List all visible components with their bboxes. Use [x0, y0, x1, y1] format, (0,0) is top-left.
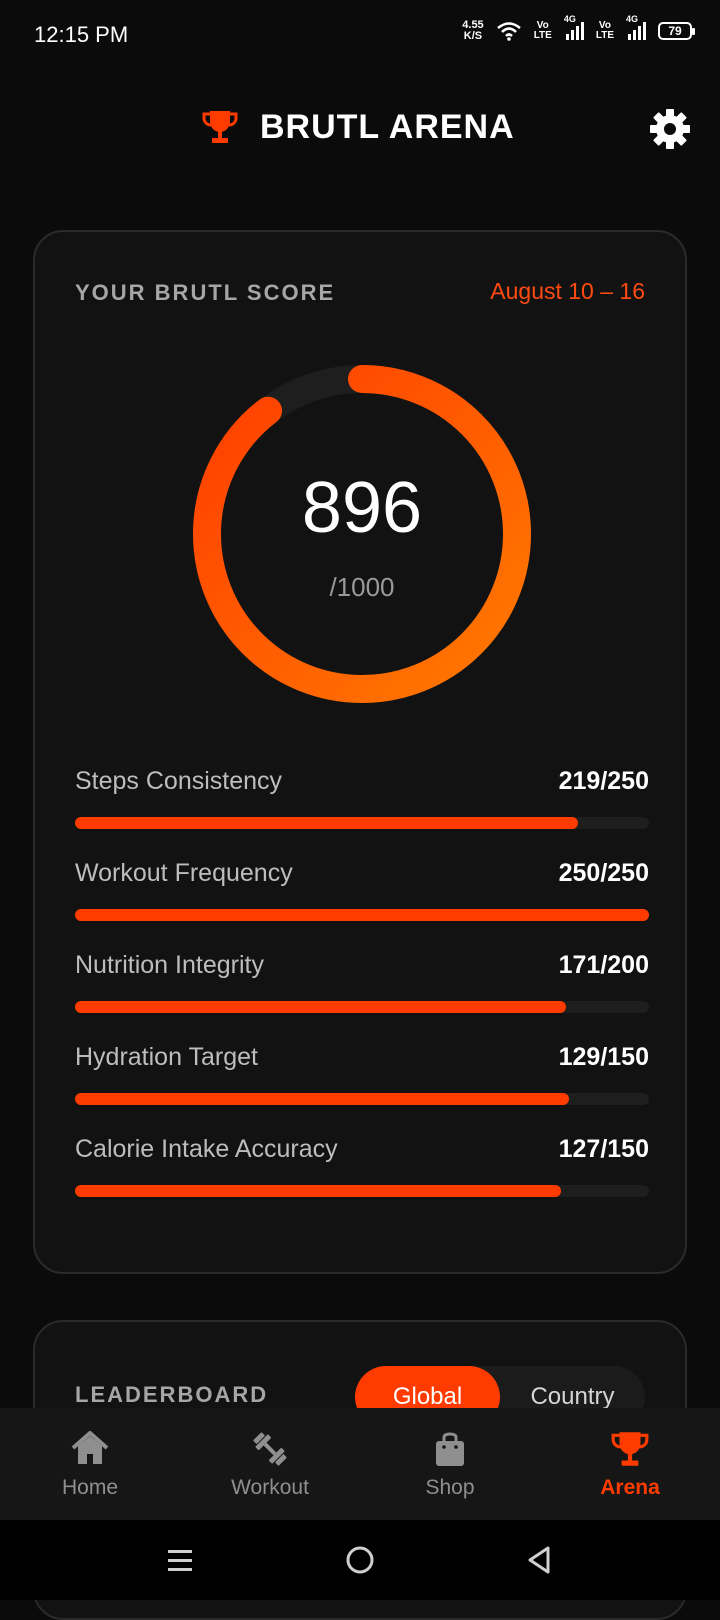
wifi-icon [496, 22, 521, 41]
score-max: /1000 [329, 572, 395, 602]
metric-track [75, 1001, 649, 1013]
leaderboard-label: LEADERBOARD [75, 1382, 269, 1407]
app-title: BRUTL ARENA [260, 107, 515, 146]
metric-track [75, 1185, 649, 1197]
back-icon[interactable] [522, 1542, 558, 1578]
metric-name: Steps Consistency [75, 767, 283, 795]
volte-1-bottom: LTE [533, 30, 552, 41]
metric-name: Hydration Target [75, 1043, 258, 1071]
system-nav-bar [0, 1520, 720, 1600]
dumbbell-icon [253, 1432, 287, 1466]
trophy-icon [611, 1432, 649, 1466]
signal-2-icon: 4G [626, 14, 646, 40]
metric-value: 250/250 [558, 859, 649, 887]
network-type-1: 4G [563, 14, 576, 24]
nav-item-workout[interactable]: Workout [180, 1408, 360, 1520]
metric-fill [75, 1185, 562, 1197]
nav-label: Arena [600, 1476, 660, 1499]
shopping-bag-icon [436, 1432, 464, 1466]
volte-2-bottom: LTE [595, 30, 614, 41]
volte-2: Vo LTE [596, 21, 614, 41]
net-speed: 4.55 K/S [462, 20, 483, 42]
score-card-label: YOUR BRUTL SCORE [75, 280, 336, 305]
metric-fill [75, 909, 649, 921]
nav-label: Shop [425, 1476, 475, 1499]
metric-steps-consistency: Steps Consistency 219/250 [75, 767, 649, 837]
metric-track [75, 1093, 649, 1105]
date-range[interactable]: August 10 – 16 [490, 278, 645, 305]
metric-fill [75, 1093, 569, 1105]
nav-label: Home [61, 1476, 119, 1499]
nav-label: Workout [231, 1476, 309, 1499]
status-bar: 12:15 PM 4.55 K/S Vo LTE 4G Vo LTE 4G 79 [0, 0, 720, 70]
signal-1-icon: 4G [564, 14, 584, 40]
metric-track [75, 817, 649, 829]
metric-value: 129/150 [558, 1043, 649, 1071]
battery-icon: 79 [658, 22, 695, 40]
app-header: BRUTL ARENA [0, 95, 720, 165]
battery-level: 79 [668, 24, 682, 38]
menu-icon[interactable] [162, 1542, 198, 1578]
metric-value: 171/200 [558, 951, 649, 979]
net-speed-unit: K/S [463, 30, 483, 42]
network-type-2: 4G [626, 14, 639, 24]
metric-name: Nutrition Integrity [75, 951, 264, 979]
metric-workout-frequency: Workout Frequency 250/250 [75, 859, 649, 929]
metric-nutrition-integrity: Nutrition Integrity 171/200 [75, 951, 649, 1021]
nav-item-shop[interactable]: Shop [360, 1408, 540, 1520]
status-icons: 4.55 K/S Vo LTE 4G Vo LTE 4G 79 [462, 14, 695, 42]
metric-value: 219/250 [558, 767, 649, 795]
nav-item-home[interactable]: Home [0, 1408, 180, 1520]
volte-1: Vo LTE [534, 21, 552, 41]
brutl-score-card: YOUR BRUTL SCORE August 10 – 16 896 /100… [33, 230, 687, 1274]
metric-fill [75, 817, 578, 829]
status-time: 12:15 PM [34, 22, 129, 47]
metric-name: Workout Frequency [75, 859, 293, 887]
bottom-nav: Home Workout Shop Arena [0, 1408, 720, 1520]
metric-name: Calorie Intake Accuracy [75, 1135, 338, 1163]
gear-icon[interactable] [648, 107, 692, 151]
brand: BRUTL ARENA [200, 107, 515, 147]
home-circle-icon[interactable] [342, 1542, 378, 1578]
metric-track [75, 909, 649, 921]
metric-fill [75, 1001, 566, 1013]
metric-value: 127/150 [558, 1135, 649, 1163]
score-value: 896 [301, 468, 423, 548]
metric-calorie-intake-accuracy: Calorie Intake Accuracy 127/150 [75, 1135, 649, 1205]
nav-item-arena[interactable]: Arena [540, 1408, 720, 1520]
home-icon [71, 1431, 109, 1464]
trophy-icon [202, 111, 238, 143]
metric-hydration-target: Hydration Target 129/150 [75, 1043, 649, 1113]
